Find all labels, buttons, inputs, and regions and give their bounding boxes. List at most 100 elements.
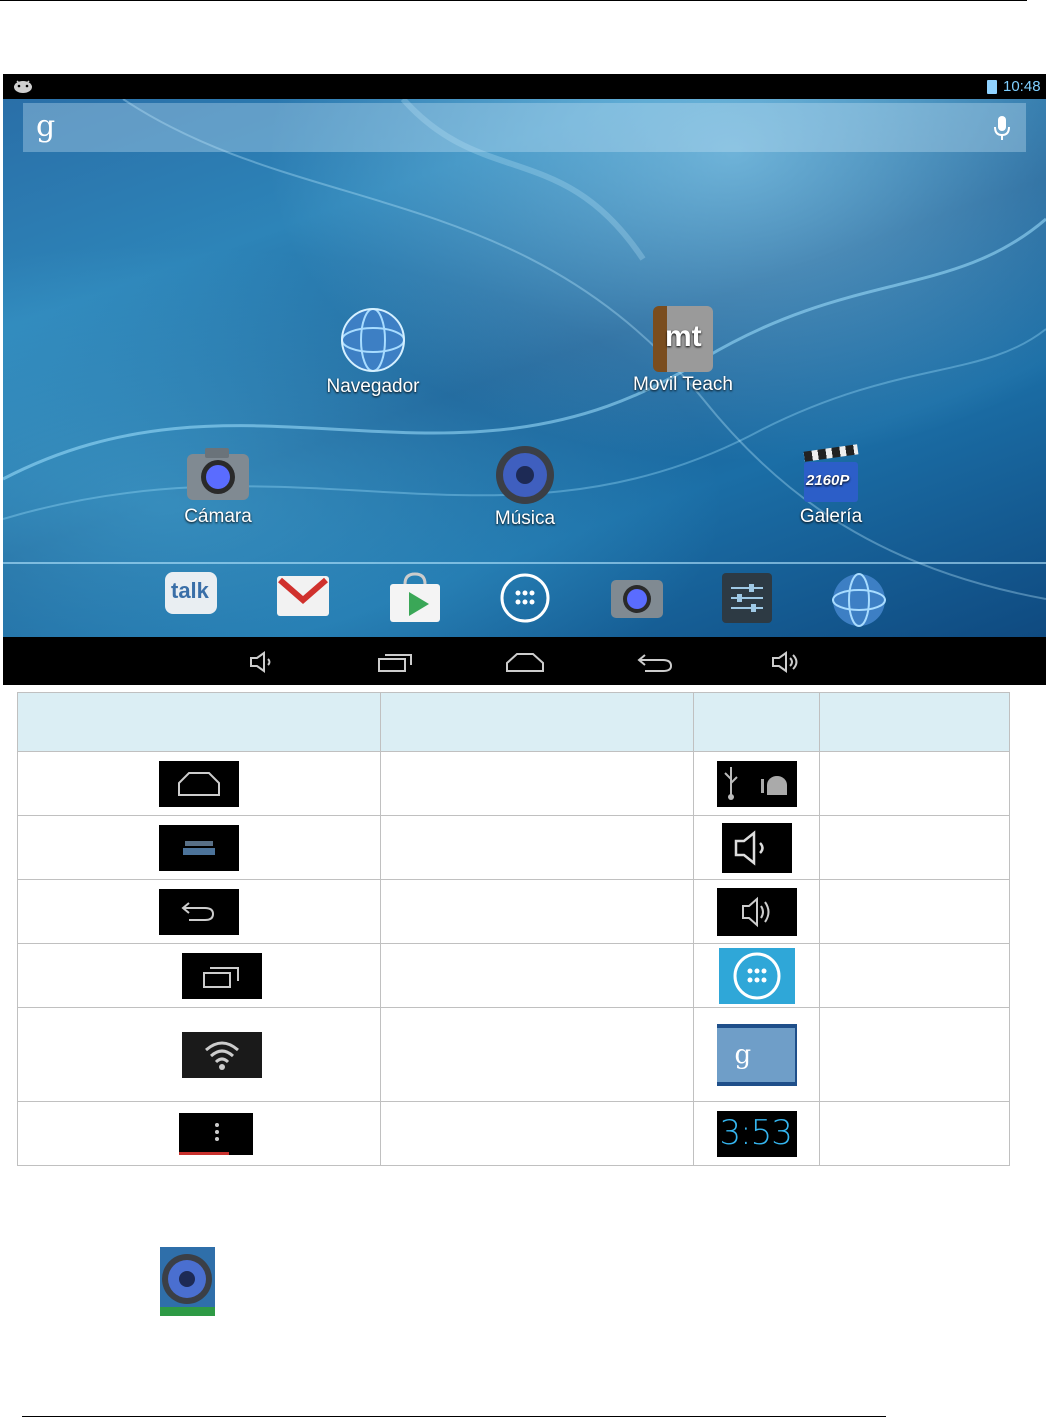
app-label: Navegador — [326, 376, 420, 397]
top-rule — [0, 0, 1027, 1]
google-search-icon: g — [716, 1023, 797, 1086]
app-label: Galería — [799, 506, 863, 527]
table-cell-icon — [693, 943, 820, 1008]
bottom-rule — [22, 1416, 886, 1417]
google-search-bar[interactable]: g — [23, 103, 1026, 152]
table-header — [17, 692, 381, 752]
table-cell-text — [380, 943, 694, 1008]
volume-up-icon[interactable] — [771, 651, 803, 673]
clock-widget-time: 3:53 — [719, 1112, 793, 1153]
table-header — [819, 692, 1010, 752]
table-cell-icon — [17, 815, 381, 880]
table-cell-icon: 3:53 — [693, 1101, 820, 1166]
table-cell-text — [819, 943, 1010, 1008]
table-cell-icon — [17, 1101, 381, 1166]
clock-widget-icon: 3:53 — [716, 1110, 797, 1157]
back-icon — [159, 888, 239, 935]
volume-down-icon[interactable] — [249, 651, 277, 673]
table-cell-text — [819, 751, 1010, 816]
table-header — [693, 692, 820, 752]
table-cell-text — [819, 879, 1010, 944]
table-header-row — [17, 692, 1010, 752]
gmail-icon — [277, 576, 329, 616]
dock-talk[interactable]: talk — [165, 572, 217, 614]
table-cell-text — [819, 1101, 1010, 1166]
talk-icon: talk — [165, 572, 217, 614]
wallpaper-waves — [3, 99, 1046, 600]
blurred-bars-icon — [159, 824, 239, 871]
table-cell-icon — [17, 943, 381, 1008]
recent-apps-icon[interactable] — [377, 651, 415, 673]
camera-icon — [187, 448, 249, 500]
clapperboard-text: 2160P — [806, 472, 850, 489]
dock-settings[interactable] — [721, 572, 773, 628]
google-logo: g — [36, 109, 56, 144]
dock-camera[interactable] — [609, 572, 665, 624]
table-row — [17, 879, 1010, 944]
table-row — [17, 751, 1010, 816]
status-bar: 10:48 — [3, 74, 1046, 99]
volume-up-icon — [716, 887, 797, 936]
app-movil-teach[interactable]: mt Movil Teach — [623, 306, 743, 396]
table-cell-icon: g — [693, 1007, 820, 1102]
talk-icon-text: talk — [171, 578, 209, 603]
app-camara[interactable]: Cámara — [168, 444, 268, 528]
table-row: g — [17, 1007, 1010, 1102]
table-cell-icon — [17, 751, 381, 816]
app-drawer-icon — [500, 573, 550, 623]
usb-debug-icon — [716, 760, 797, 807]
app-musica[interactable]: Música — [475, 444, 575, 530]
table-cell-text — [380, 1007, 694, 1102]
mt-book-icon: mt — [653, 306, 713, 372]
dock-play-store[interactable] — [388, 572, 442, 628]
table-row — [17, 815, 1010, 880]
app-label: Música — [494, 508, 556, 529]
tablet-screenshot: 10:48 g Navegador mt Movil Teach Cámara … — [3, 74, 1046, 685]
table-cell-text — [819, 815, 1010, 880]
dock-browser[interactable] — [831, 572, 887, 632]
android-debug-icon — [14, 80, 32, 93]
table-cell-icon — [693, 751, 820, 816]
globe-icon — [832, 573, 886, 627]
table-cell-text — [380, 815, 694, 880]
dock-divider — [3, 562, 1046, 564]
table-cell-icon — [17, 879, 381, 944]
icon-legend-table: g 3:53 — [17, 692, 1010, 1166]
camera-icon — [611, 580, 663, 618]
speaker-icon — [160, 1247, 215, 1316]
globe-icon — [341, 308, 405, 372]
dock-gmail[interactable] — [276, 572, 330, 622]
speaker-icon — [496, 446, 554, 504]
home-icon[interactable] — [505, 651, 545, 673]
back-icon[interactable] — [637, 651, 673, 673]
settings-icon — [722, 573, 772, 623]
recent-apps-icon — [182, 952, 262, 999]
app-navegador[interactable]: Navegador — [323, 306, 423, 398]
table-cell-icon — [17, 1007, 381, 1102]
table-row: 3:53 — [17, 1101, 1010, 1166]
status-time: 10:48 — [1003, 78, 1041, 95]
battery-charging-icon — [987, 80, 997, 94]
table-cell-icon — [693, 879, 820, 944]
table-cell-text — [380, 1101, 694, 1166]
table-row — [17, 943, 1010, 1008]
app-drawer-icon — [718, 947, 795, 1004]
google-logo: g — [734, 1039, 752, 1070]
app-label: Movil Teach — [633, 374, 733, 395]
volume-down-icon — [721, 822, 792, 873]
table-cell-text — [380, 751, 694, 816]
app-galeria[interactable]: 2160P Galería — [781, 444, 881, 528]
wifi-icon — [182, 1031, 262, 1078]
table-cell-text — [819, 1007, 1010, 1102]
clapperboard-icon: 2160P — [802, 444, 860, 504]
table-cell-icon — [693, 815, 820, 880]
table-header — [380, 692, 694, 752]
mic-icon[interactable] — [992, 115, 1012, 141]
app-label: Cámara — [184, 506, 252, 527]
navigation-bar — [3, 637, 1046, 685]
table-cell-text — [380, 879, 694, 944]
overflow-menu-icon — [179, 1112, 253, 1155]
home-icon — [159, 760, 239, 807]
dock-app-drawer[interactable] — [499, 572, 551, 628]
mt-icon-text: mt — [665, 320, 702, 353]
